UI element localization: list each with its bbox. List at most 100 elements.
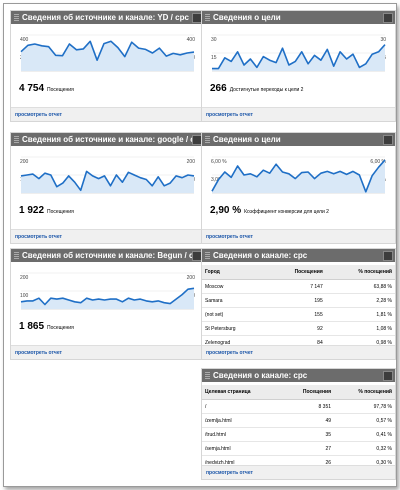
chart-visits-google: 200100200100	[20, 156, 196, 194]
visits-cell: 35	[281, 427, 335, 442]
y-tick-label-right: 200	[187, 159, 196, 165]
chart-goal-transitions: 30153015	[211, 34, 386, 72]
percent-cell: 1,81 %	[325, 307, 395, 322]
percent-cell: 1,08 %	[325, 321, 395, 336]
column-header[interactable]: % посещений	[325, 265, 395, 280]
table-row: St Petersburg 92 1,08 %	[202, 321, 395, 336]
table-row: Moscow 7 147 63,88 %	[202, 279, 395, 294]
city-table: Город Посещения % посещений Moscow 7 147 6…	[202, 265, 395, 350]
widget-yd-cpc: Сведения об источнике и каналe: YD / cpc…	[10, 10, 205, 122]
metric: 266 Достигнутые переходы к цели 2	[210, 83, 303, 94]
column-header[interactable]: % посещений	[334, 385, 395, 400]
view-report-link[interactable]: просмотреть отчет	[202, 107, 395, 121]
drag-handle-icon[interactable]	[205, 136, 210, 143]
widget-header[interactable]: Сведения об источнике и канале: google /…	[11, 133, 204, 146]
y-tick-label-left: 200	[20, 159, 29, 165]
view-report-link[interactable]: просмотреть отчет	[202, 229, 395, 243]
row-label[interactable]: /trud.html	[202, 427, 282, 442]
widget-cpc-cities: Сведения о канале: cpc Город Посещения %…	[201, 248, 396, 360]
drag-handle-icon[interactable]	[205, 252, 210, 259]
widget-header[interactable]: Сведения о цели	[202, 11, 395, 24]
metric-label: Посещения	[47, 325, 74, 331]
widget-header[interactable]: Сведения о канале: cpc	[202, 249, 395, 262]
drag-handle-icon[interactable]	[205, 372, 210, 379]
metric-value: 4 754	[19, 83, 45, 94]
table-row: /8 351 97,78 %	[202, 399, 395, 414]
visits-cell: 7 147	[265, 279, 326, 294]
metric-label: Посещения	[47, 87, 74, 93]
series-area	[21, 288, 194, 309]
view-report-link[interactable]: просмотреть отчет	[11, 229, 204, 243]
row-label[interactable]: /zemlja.html	[202, 413, 282, 428]
widget-cpc-landing-pages: Сведения о канале: cpc Целевая страница …	[201, 368, 396, 480]
row-label[interactable]: (not set)	[202, 307, 266, 322]
column-header[interactable]: Город	[202, 265, 266, 280]
widget-title: Сведения об источнике и канале: google /…	[22, 135, 204, 144]
drag-handle-icon[interactable]	[14, 136, 19, 143]
widget-title: Сведения о цели	[213, 135, 281, 144]
column-header[interactable]: Целевая страница	[202, 385, 282, 400]
column-header[interactable]: Посещения	[281, 385, 335, 400]
visits-cell: 92	[265, 321, 326, 336]
percent-cell: 0,57 %	[334, 413, 395, 428]
drag-handle-icon[interactable]	[14, 252, 19, 259]
close-icon[interactable]	[383, 251, 393, 261]
widget-header[interactable]: Сведения об источнике и канале: Begun / …	[11, 249, 204, 262]
metric: 1 865 Посещения	[19, 321, 74, 332]
widget-goal-transitions: Сведения о цели 30153015 266Достигнутые …	[201, 10, 396, 122]
table-row: (not set) 155 1,81 %	[202, 307, 395, 322]
column-header[interactable]: Посещения	[265, 265, 326, 280]
y-tick-label-left: 30	[211, 37, 217, 43]
view-report-link[interactable]: просмотреть отчет	[202, 465, 395, 479]
row-label[interactable]: Samara	[202, 293, 266, 308]
view-report-link[interactable]: просмотреть отчет	[11, 107, 204, 121]
metric-value: 266	[210, 83, 227, 94]
drag-handle-icon[interactable]	[205, 14, 210, 21]
chart-goal-conversion: 6,00 %3,00 %6,00 %3,00 %	[211, 156, 387, 194]
view-report-link[interactable]: просмотреть отчет	[11, 345, 204, 359]
row-label[interactable]: Moscow	[202, 279, 266, 294]
landing-page-table: Целевая страница Посещения % посещений /…	[202, 385, 395, 470]
widget-title: Сведения о канале: cpc	[213, 371, 308, 380]
widget-goal-conversion: Сведения о цели 6,00 %3,00 %6,00 %3,00 %…	[201, 132, 396, 244]
widget-google-cpc: Сведения об источнике и канале: google /…	[10, 132, 205, 244]
chart-visits-yd: 400200400200	[20, 34, 196, 72]
row-label[interactable]: /	[202, 399, 282, 414]
y-tick-label-right: 400	[187, 37, 196, 43]
close-icon[interactable]	[383, 371, 393, 381]
widget-begun-cpc: Сведения об источнике и канале: Begun / …	[10, 248, 205, 360]
table-row: Samara 195 2,28 %	[202, 293, 395, 308]
view-report-link[interactable]: просмотреть отчет	[202, 345, 395, 359]
widget-title: Сведения о канале: cpc	[213, 251, 308, 260]
y-tick-label-right: 30	[380, 37, 386, 43]
widget-title: Сведения об источнике и каналe: YD / cpc	[22, 13, 189, 22]
metric-value: 1 922	[19, 205, 45, 216]
metric-label: Посещения	[47, 209, 74, 215]
visits-cell: 8 351	[281, 399, 335, 414]
y-tick-label-left: 15	[211, 55, 217, 61]
row-label[interactable]: St Petersburg	[202, 321, 266, 336]
close-icon[interactable]	[383, 135, 393, 145]
visits-cell: 49	[281, 413, 335, 428]
widget-header[interactable]: Сведения о цели	[202, 133, 395, 146]
y-tick-label-left: 6,00 %	[211, 159, 227, 165]
visits-cell: 27	[281, 441, 335, 456]
close-icon[interactable]	[383, 13, 393, 23]
y-tick-label-left: 400	[20, 37, 29, 43]
drag-handle-icon[interactable]	[14, 14, 19, 21]
percent-cell: 63,88 %	[325, 279, 395, 294]
widget-header[interactable]: Сведения о канале: cpc	[202, 369, 395, 382]
table-row: /semja.html 27 0,32 %	[202, 441, 395, 456]
percent-cell: 0,32 %	[334, 441, 395, 456]
widget-header[interactable]: Сведения об источнике и каналe: YD / cpc	[11, 11, 204, 24]
table-row: /zemlja.html 49 0,57 %	[202, 413, 395, 428]
metric-value: 2,90 %	[210, 205, 242, 216]
metric-label: Достигнутые переходы к цели 2	[229, 87, 304, 93]
row-label[interactable]: /semja.html	[202, 441, 282, 456]
chart-visits-begun: 200100200100	[20, 272, 195, 310]
percent-cell: 2,28 %	[325, 293, 395, 308]
metric: 2,90 % Коэффициент конверсии для цели 2	[210, 205, 329, 216]
table-row: /trud.html 35 0,41 %	[202, 427, 395, 442]
metric: 1 922 Посещения	[19, 205, 74, 216]
widget-title: Сведения об источнике и канале: Begun / …	[22, 251, 203, 260]
